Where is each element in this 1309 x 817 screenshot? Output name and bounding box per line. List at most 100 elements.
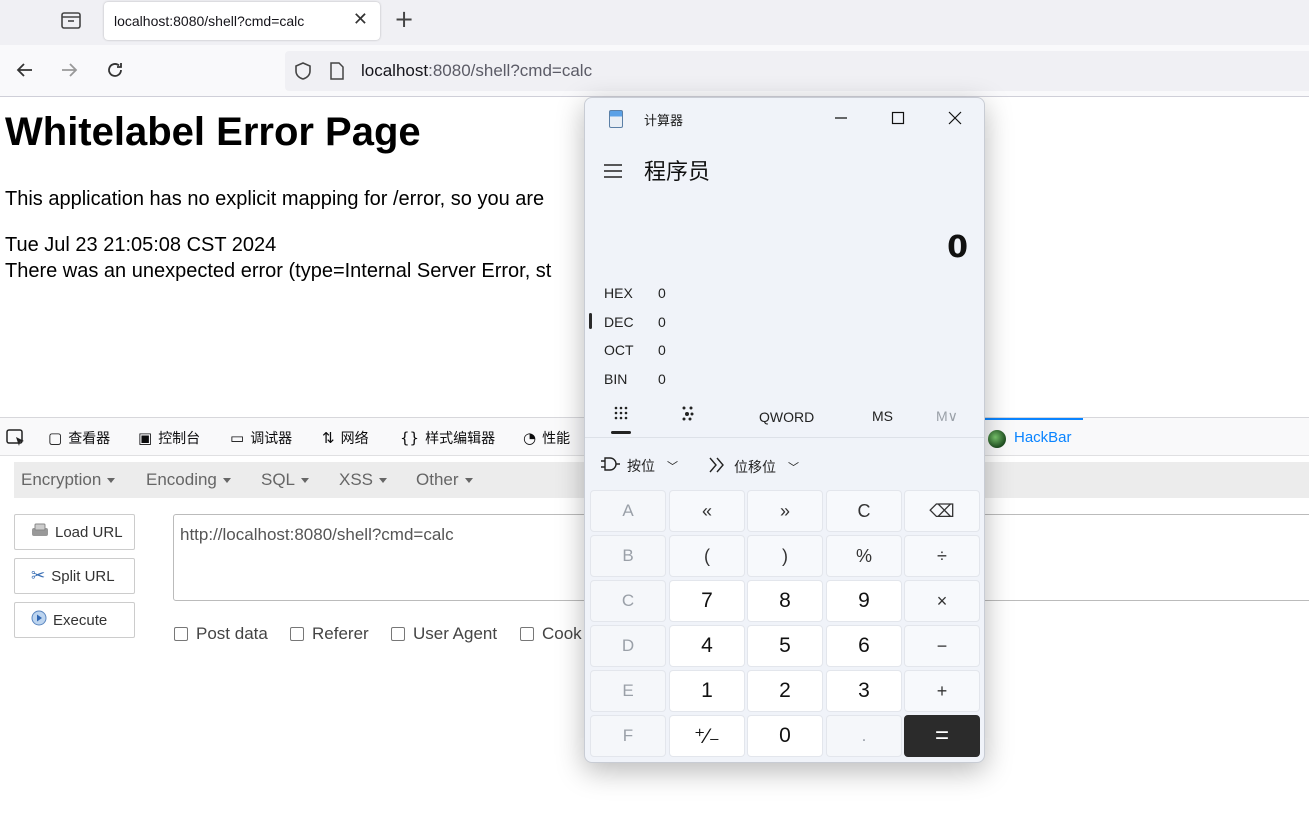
shield-icon[interactable] bbox=[293, 61, 313, 85]
menu-other[interactable]: Other bbox=[416, 470, 473, 490]
key-7[interactable]: 7 bbox=[669, 580, 745, 622]
browser-tab[interactable]: localhost:8080/shell?cmd=calc ✕ bbox=[104, 2, 380, 40]
bitwise-dropdown[interactable]: 按位 ﹀ bbox=[599, 456, 678, 476]
bitwise-label: 按位 bbox=[627, 459, 655, 475]
devtools-tab-style-editor[interactable]: {} 样式编辑器 bbox=[400, 428, 495, 448]
full-keypad-icon[interactable] bbox=[614, 406, 628, 426]
devtools-tab-performance[interactable]: ◔ 性能 bbox=[523, 428, 570, 448]
key-hex-a[interactable]: A bbox=[590, 490, 666, 532]
key-hex-f[interactable]: F bbox=[590, 715, 666, 757]
devtools-tab-hackbar[interactable]: HackBar bbox=[984, 418, 1083, 456]
key-5[interactable]: 5 bbox=[747, 625, 823, 667]
menu-xss[interactable]: XSS bbox=[339, 470, 388, 490]
user-agent-checkbox[interactable]: User Agent bbox=[391, 624, 497, 644]
radix-oct[interactable]: OCT bbox=[604, 342, 634, 358]
caret-down-icon bbox=[222, 478, 231, 484]
scissors-icon: ✂ bbox=[31, 566, 46, 585]
error-timestamp: Tue Jul 23 21:05:08 CST 2024 bbox=[5, 234, 277, 256]
execute-button[interactable]: Execute bbox=[14, 602, 135, 638]
bitshift-dropdown[interactable]: 位移位 ﹀ bbox=[708, 456, 799, 478]
checkbox-box[interactable] bbox=[174, 627, 188, 641]
debugger-icon: ▭ bbox=[230, 429, 245, 447]
performance-icon: ◔ bbox=[523, 429, 537, 447]
close-icon[interactable] bbox=[940, 106, 970, 130]
hamburger-menu-icon[interactable] bbox=[603, 160, 623, 184]
reload-icon[interactable] bbox=[102, 57, 128, 83]
calculator-titlebar[interactable]: 计算器 bbox=[585, 98, 984, 138]
key-2[interactable]: 2 bbox=[747, 670, 823, 712]
devtools-tab-debugger[interactable]: ▭ 调试器 bbox=[230, 428, 292, 448]
backspace-button[interactable]: ⌫ bbox=[904, 490, 980, 532]
checkbox-box[interactable] bbox=[520, 627, 534, 641]
calculator-window: 计算器 程序员 0 HEX 0 DEC 0 OCT 0 BIN 0 QWORD … bbox=[584, 97, 985, 763]
active-tab-underline bbox=[611, 431, 631, 434]
key-8[interactable]: 8 bbox=[747, 580, 823, 622]
tab-title: localhost:8080/shell?cmd=calc bbox=[114, 13, 305, 29]
post-data-checkbox[interactable]: Post data bbox=[174, 624, 268, 644]
load-url-icon bbox=[31, 522, 49, 542]
button-label: Execute bbox=[53, 611, 108, 629]
forward-arrow-icon[interactable] bbox=[56, 57, 82, 83]
menu-encryption[interactable]: Encryption bbox=[21, 470, 116, 490]
load-url-button[interactable]: Load URL bbox=[14, 514, 135, 550]
menu-encoding[interactable]: Encoding bbox=[146, 470, 231, 490]
checkbox-box[interactable] bbox=[290, 627, 304, 641]
devtools-tab-inspector[interactable]: ▢ 查看器 bbox=[48, 428, 110, 448]
memory-store-button[interactable]: MS bbox=[872, 408, 893, 424]
negate-button[interactable]: ⁺∕₋ bbox=[669, 715, 745, 757]
open-paren-button[interactable]: ( bbox=[669, 535, 745, 577]
close-paren-button[interactable]: ) bbox=[747, 535, 823, 577]
minimize-icon[interactable] bbox=[826, 106, 856, 130]
multiply-button[interactable]: × bbox=[904, 580, 980, 622]
key-3[interactable]: 3 bbox=[826, 670, 902, 712]
page-info-icon[interactable] bbox=[329, 62, 345, 84]
cookies-checkbox[interactable]: Cook bbox=[520, 624, 582, 644]
subtract-button[interactable]: − bbox=[904, 625, 980, 667]
key-1[interactable]: 1 bbox=[669, 670, 745, 712]
element-picker-icon[interactable] bbox=[6, 429, 26, 451]
menu-label: SQL bbox=[261, 470, 296, 489]
decimal-button[interactable]: . bbox=[826, 715, 902, 757]
devtools-tab-label: 查看器 bbox=[68, 431, 111, 447]
key-4[interactable]: 4 bbox=[669, 625, 745, 667]
shift-left-button[interactable]: « bbox=[669, 490, 745, 532]
memory-view-button[interactable]: M∨ bbox=[936, 408, 958, 425]
key-hex-d[interactable]: D bbox=[590, 625, 666, 667]
percent-button[interactable]: % bbox=[826, 535, 902, 577]
referer-checkbox[interactable]: Referer bbox=[290, 624, 369, 644]
key-0[interactable]: 0 bbox=[747, 715, 823, 757]
shift-right-button[interactable]: » bbox=[747, 490, 823, 532]
devtools-tab-label: 调试器 bbox=[250, 431, 293, 447]
tab-close-icon[interactable]: ✕ bbox=[353, 9, 368, 30]
tab-bar: localhost:8080/shell?cmd=calc ✕ + bbox=[0, 0, 1309, 45]
maximize-icon[interactable] bbox=[883, 106, 913, 130]
equals-button[interactable]: = bbox=[904, 715, 980, 757]
split-url-button[interactable]: ✂ Split URL bbox=[14, 558, 135, 594]
key-hex-c[interactable]: C bbox=[590, 580, 666, 622]
checkbox-box[interactable] bbox=[391, 627, 405, 641]
bitshift-icon bbox=[708, 456, 728, 478]
radix-bin[interactable]: BIN bbox=[604, 371, 627, 387]
clear-button[interactable]: C bbox=[826, 490, 902, 532]
tab-list-icon[interactable] bbox=[56, 6, 86, 34]
menu-sql[interactable]: SQL bbox=[261, 470, 310, 490]
word-size-button[interactable]: QWORD bbox=[759, 409, 814, 425]
key-hex-b[interactable]: B bbox=[590, 535, 666, 577]
bit-toggle-keypad-icon[interactable] bbox=[681, 406, 695, 426]
devtools-tab-console[interactable]: ▣ 控制台 bbox=[138, 428, 200, 448]
error-message: This application has no explicit mapping… bbox=[5, 188, 545, 210]
key-6[interactable]: 6 bbox=[826, 625, 902, 667]
calculator-display: 0 bbox=[947, 230, 968, 265]
page-title: Whitelabel Error Page bbox=[5, 110, 421, 154]
radix-dec[interactable]: DEC bbox=[604, 314, 634, 330]
key-hex-e[interactable]: E bbox=[590, 670, 666, 712]
divide-button[interactable]: ÷ bbox=[904, 535, 980, 577]
add-button[interactable]: + bbox=[904, 670, 980, 712]
devtools-tab-network[interactable]: ⇅ 网络 bbox=[322, 428, 369, 448]
new-tab-button[interactable]: + bbox=[394, 5, 414, 33]
back-arrow-icon[interactable] bbox=[12, 57, 38, 83]
radix-hex[interactable]: HEX bbox=[604, 285, 633, 301]
key-9[interactable]: 9 bbox=[826, 580, 902, 622]
url-bar[interactable]: localhost:8080/shell?cmd=calc bbox=[285, 51, 1309, 91]
url-text[interactable]: localhost:8080/shell?cmd=calc bbox=[361, 61, 592, 81]
